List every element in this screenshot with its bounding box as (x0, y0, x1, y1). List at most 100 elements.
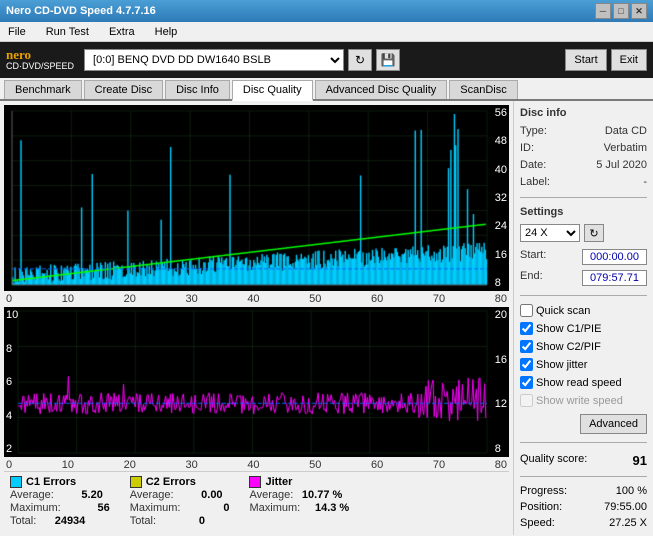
show-read-speed-label: Show read speed (536, 377, 622, 389)
minimize-button[interactable]: ─ (595, 3, 611, 19)
label-value: - (643, 176, 647, 188)
menu-bar: File Run Test Extra Help (0, 22, 653, 42)
position-row: Position: 79:55.00 (520, 501, 647, 513)
drive-section: [0:0] BENQ DVD DD DW1640 BSLB ↻ 💾 (84, 49, 565, 71)
c1-avg-value: 5.20 (58, 489, 103, 501)
quick-scan-checkbox[interactable] (520, 304, 533, 317)
show-write-speed-label: Show write speed (536, 395, 623, 407)
speed-refresh-button[interactable]: ↻ (584, 224, 604, 242)
logo-sub: CD·DVD/SPEED (6, 62, 74, 72)
jitter-label: Jitter (265, 476, 292, 488)
jitter-stats: Jitter Average: 10.77 % Maximum: 14.3 % (249, 476, 349, 527)
start-button[interactable]: Start (565, 49, 606, 71)
jitter-max-label: Maximum: (249, 502, 300, 514)
show-c1-checkbox[interactable] (520, 322, 533, 335)
end-row: End: (520, 270, 647, 286)
menu-run-test[interactable]: Run Test (42, 24, 93, 40)
speed-select[interactable]: 24 X (520, 224, 580, 242)
lower-y-axis-left: 108642 (6, 307, 18, 457)
id-label: ID: (520, 142, 534, 154)
settings-title: Settings (520, 206, 647, 218)
window-controls: ─ □ ✕ (595, 3, 647, 19)
main-content: 56 48 40 32 24 16 8 01020304050607080 10… (0, 101, 653, 535)
logo-nero: nero (6, 48, 74, 62)
drive-select[interactable]: [0:0] BENQ DVD DD DW1640 BSLB (84, 49, 344, 71)
show-write-speed-checkbox (520, 394, 533, 407)
c2-total-label: Total: (130, 515, 156, 527)
divider-1 (520, 197, 647, 198)
divider-2 (520, 295, 647, 296)
disc-date-row: Date: 5 Jul 2020 (520, 159, 647, 171)
lower-chart (4, 307, 509, 457)
progress-row: Progress: 100 % (520, 485, 647, 497)
upper-chart (4, 105, 509, 291)
refresh-button[interactable]: ↻ (348, 49, 372, 71)
tab-benchmark[interactable]: Benchmark (4, 80, 82, 99)
menu-extra[interactable]: Extra (105, 24, 139, 40)
progress-value: 100 % (616, 485, 647, 497)
show-jitter-row: Show jitter (520, 358, 647, 371)
tab-bar: Benchmark Create Disc Disc Info Disc Qua… (0, 78, 653, 101)
speed-value: 27.25 X (609, 517, 647, 529)
type-value: Data CD (605, 125, 647, 137)
c2-max-label: Maximum: (130, 502, 181, 514)
tab-scan-disc[interactable]: ScanDisc (449, 80, 517, 99)
show-c2-row: Show C2/PIF (520, 340, 647, 353)
type-label: Type: (520, 125, 547, 137)
show-jitter-checkbox[interactable] (520, 358, 533, 371)
c2-avg-value: 0.00 (178, 489, 223, 501)
c1-total-label: Total: (10, 515, 36, 527)
advanced-button[interactable]: Advanced (580, 414, 647, 434)
upper-x-axis: 01020304050607080 (4, 293, 509, 305)
save-button[interactable]: 💾 (376, 49, 400, 71)
jitter-max-value: 14.3 % (304, 502, 349, 514)
tab-advanced-disc-quality[interactable]: Advanced Disc Quality (315, 80, 448, 99)
speed-row-2: Speed: 27.25 X (520, 517, 647, 529)
c1-stats: C1 Errors Average: 5.20 Maximum: 56 Tota… (10, 476, 110, 527)
end-label: End: (520, 270, 543, 286)
jitter-avg-label: Average: (249, 489, 293, 501)
show-c2-checkbox[interactable] (520, 340, 533, 353)
close-button[interactable]: ✕ (631, 3, 647, 19)
disc-info-title: Disc info (520, 107, 647, 119)
show-c1-row: Show C1/PIE (520, 322, 647, 335)
c1-avg-label: Average: (10, 489, 54, 501)
maximize-button[interactable]: □ (613, 3, 629, 19)
show-write-speed-row: Show write speed (520, 394, 647, 407)
lower-y-axis-right: 2016128 (495, 307, 507, 457)
progress-label: Progress: (520, 485, 567, 497)
show-c2-label: Show C2/PIF (536, 341, 601, 353)
jitter-color-box (249, 476, 261, 488)
start-row: Start: (520, 249, 647, 265)
tab-disc-quality[interactable]: Disc Quality (232, 80, 313, 101)
nero-logo: nero CD·DVD/SPEED (6, 48, 74, 72)
disc-type-row: Type: Data CD (520, 125, 647, 137)
right-panel: Disc info Type: Data CD ID: Verbatim Dat… (513, 101, 653, 535)
tab-create-disc[interactable]: Create Disc (84, 80, 163, 99)
jitter-avg-value: 10.77 % (297, 489, 342, 501)
end-time-input[interactable] (582, 270, 647, 286)
c2-total-value: 0 (160, 515, 205, 527)
c2-stats: C2 Errors Average: 0.00 Maximum: 0 Total… (130, 476, 230, 527)
disc-label-row: Label: - (520, 176, 647, 188)
c2-color-box (130, 476, 142, 488)
tab-disc-info[interactable]: Disc Info (165, 80, 230, 99)
upper-y-axis: 56 48 40 32 24 16 8 (495, 105, 507, 291)
menu-file[interactable]: File (4, 24, 30, 40)
header-buttons: Start Exit (565, 49, 647, 71)
speed-row: 24 X ↻ (520, 224, 647, 242)
app-header: nero CD·DVD/SPEED [0:0] BENQ DVD DD DW16… (0, 42, 653, 78)
position-value: 79:55.00 (604, 501, 647, 513)
stats-bar: C1 Errors Average: 5.20 Maximum: 56 Tota… (4, 471, 509, 531)
quality-score-row: Quality score: 91 (520, 453, 647, 468)
label-label: Label: (520, 176, 550, 188)
c2-max-value: 0 (184, 502, 229, 514)
start-time-input[interactable] (582, 249, 647, 265)
disc-id-row: ID: Verbatim (520, 142, 647, 154)
menu-help[interactable]: Help (151, 24, 182, 40)
start-label: Start: (520, 249, 546, 265)
exit-button[interactable]: Exit (611, 49, 647, 71)
date-label: Date: (520, 159, 546, 171)
title-bar: Nero CD-DVD Speed 4.7.7.16 ─ □ ✕ (0, 0, 653, 22)
show-read-speed-checkbox[interactable] (520, 376, 533, 389)
